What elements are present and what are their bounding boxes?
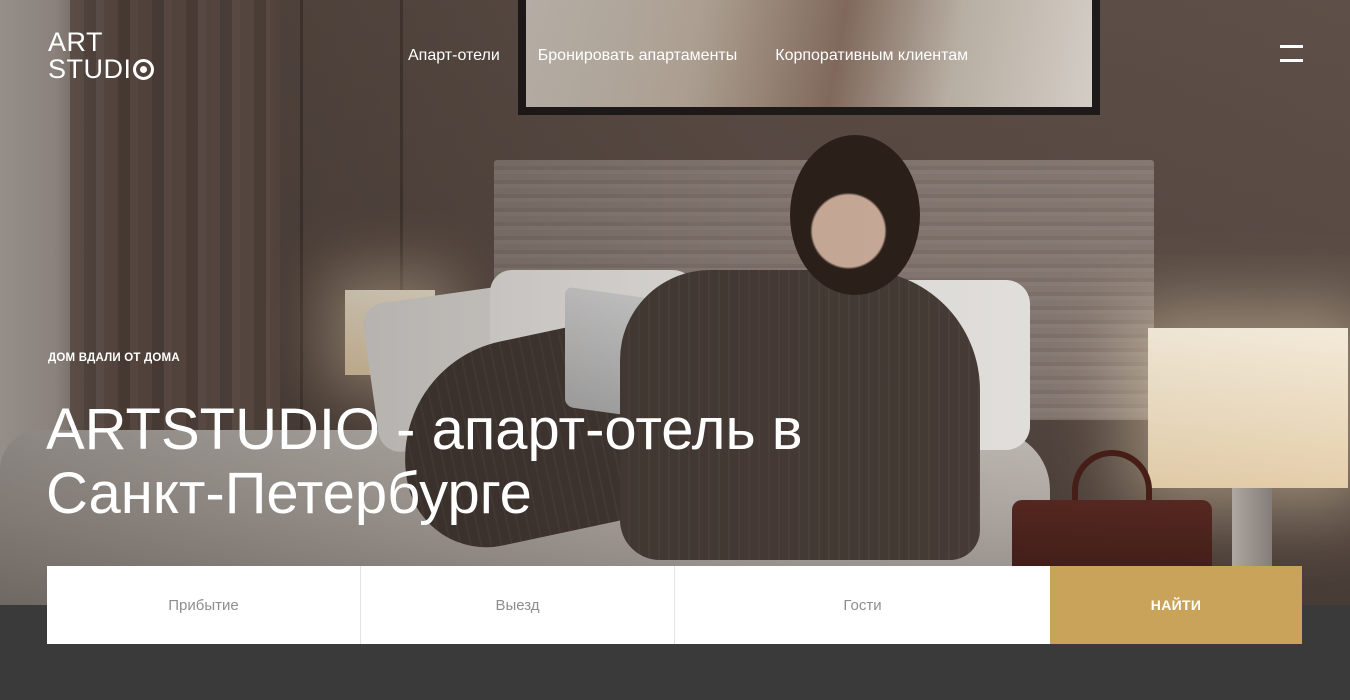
guests-field[interactable]: Гости [675, 566, 1050, 644]
site-logo[interactable]: ART STUDI [48, 29, 154, 83]
departure-date-placeholder: Выезд [495, 596, 540, 614]
guests-placeholder: Гости [843, 596, 882, 614]
logo-line-2: STUDI [48, 56, 154, 83]
hero-eyebrow: ДОМ ВДАЛИ ОТ ДОМА [48, 352, 180, 364]
arrival-date-field[interactable]: Прибытие [47, 566, 361, 644]
hero-title-line-1: ARTSTUDIO - апарт-отель в [46, 397, 803, 462]
logo-line-2-text: STUDI [48, 54, 132, 84]
hero-title: ARTSTUDIO - апарт-отель в Санкт-Петербур… [46, 398, 846, 526]
departure-date-field[interactable]: Выезд [361, 566, 675, 644]
main-nav: Апарт-отели Бронировать апартаменты Корп… [408, 46, 968, 66]
hero-title-line-2: Санкт-Петербурге [46, 461, 532, 526]
nav-link-corporate-clients[interactable]: Корпоративным клиентам [775, 46, 968, 66]
hamburger-menu-icon[interactable] [1280, 45, 1303, 63]
arrival-date-placeholder: Прибытие [168, 596, 239, 614]
nav-link-book-apartments[interactable]: Бронировать апартаменты [538, 46, 737, 66]
search-button[interactable]: НАЙТИ [1050, 566, 1302, 644]
booking-form: Прибытие Выезд Гости НАЙТИ [47, 566, 1302, 644]
page: ART STUDI Апарт-отели Бронировать апарта… [0, 0, 1350, 700]
logo-line-1: ART [48, 27, 104, 57]
nav-link-apart-hotels[interactable]: Апарт-отели [408, 46, 500, 66]
logo-o-icon [132, 59, 154, 80]
